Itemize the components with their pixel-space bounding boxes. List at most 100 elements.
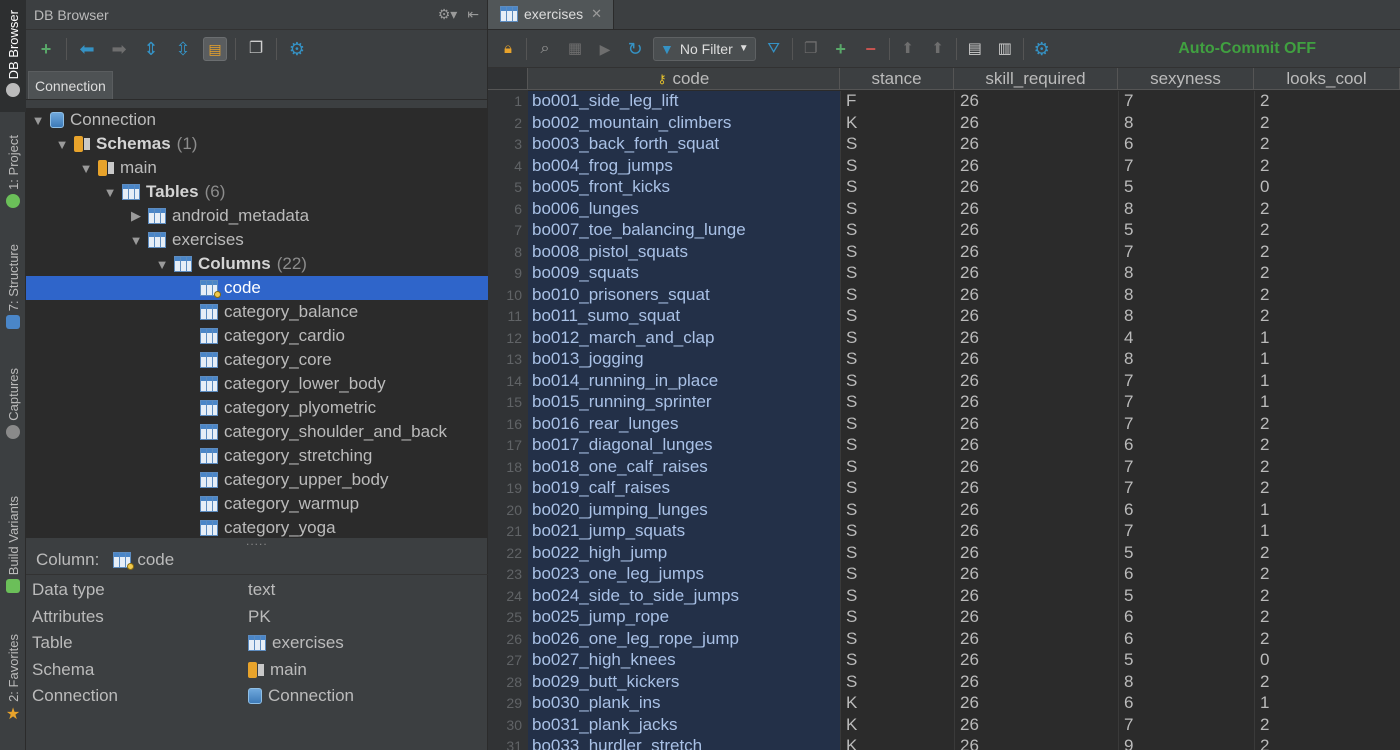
cell-looks-cool[interactable]: 2 [1254,220,1400,242]
table-row[interactable]: 25bo025_jump_ropeS2662 [488,606,1400,628]
cell-skill-required[interactable]: 26 [954,414,1118,436]
cell-code[interactable]: bo027_high_knees [528,650,840,672]
cell-looks-cool[interactable]: 2 [1254,478,1400,500]
cell-skill-required[interactable]: 26 [954,736,1118,750]
cell-sexyness[interactable]: 7 [1118,91,1254,113]
table-row[interactable]: 7bo007_toe_balancing_lungeS2652 [488,219,1400,241]
cell-skill-required[interactable]: 26 [954,564,1118,586]
tree-node-column[interactable]: category_core [26,348,488,372]
cell-sexyness[interactable]: 5 [1118,220,1254,242]
cell-skill-required[interactable]: 26 [954,220,1118,242]
expanded-arrow-icon[interactable]: ▼ [154,257,170,272]
tree-node-column[interactable]: code [26,276,488,300]
cell-code[interactable]: bo014_running_in_place [528,371,840,393]
cell-code[interactable]: bo002_mountain_climbers [528,113,840,135]
expanded-arrow-icon[interactable]: ▼ [128,233,144,248]
table-row[interactable]: 27bo027_high_kneesS2650 [488,649,1400,671]
table-row[interactable]: 18bo018_one_calf_raisesS2672 [488,456,1400,478]
cell-sexyness[interactable]: 6 [1118,693,1254,715]
tree-node-column[interactable]: category_warmup [26,492,488,516]
cell-sexyness[interactable]: 9 [1118,736,1254,750]
cell-stance[interactable]: K [840,693,954,715]
cell-skill-required[interactable]: 26 [954,629,1118,651]
cell-code[interactable]: bo013_jogging [528,349,840,371]
cell-skill-required[interactable]: 26 [954,199,1118,221]
cell-skill-required[interactable]: 26 [954,672,1118,694]
property-value-link[interactable]: main [248,660,307,680]
cell-sexyness[interactable]: 7 [1118,242,1254,264]
cell-stance[interactable]: S [840,392,954,414]
cell-skill-required[interactable]: 26 [954,349,1118,371]
cell-stance[interactable]: S [840,435,954,457]
cell-stance[interactable]: S [840,177,954,199]
cell-stance[interactable]: S [840,629,954,651]
cell-stance[interactable]: S [840,586,954,608]
cell-looks-cool[interactable]: 2 [1254,715,1400,737]
column-header-skill-required[interactable]: skill_required [954,68,1118,90]
tree-node-table-exercises[interactable]: ▼ exercises [26,228,488,252]
cell-stance[interactable]: S [840,672,954,694]
cell-code[interactable]: bo001_side_leg_lift [528,91,840,113]
cell-sexyness[interactable]: 7 [1118,156,1254,178]
cell-skill-required[interactable]: 26 [954,500,1118,522]
cell-looks-cool[interactable]: 1 [1254,371,1400,393]
cell-looks-cool[interactable]: 2 [1254,607,1400,629]
cell-sexyness[interactable]: 8 [1118,285,1254,307]
cell-skill-required[interactable]: 26 [954,693,1118,715]
cell-skill-required[interactable]: 26 [954,435,1118,457]
rollback-icon[interactable]: ⬆ [926,37,950,61]
cell-looks-cool[interactable]: 2 [1254,156,1400,178]
cell-skill-required[interactable]: 26 [954,177,1118,199]
cell-stance[interactable]: K [840,715,954,737]
tree-node-column[interactable]: category_cardio [26,324,488,348]
cell-code[interactable]: bo006_lunges [528,199,840,221]
cell-code[interactable]: bo023_one_leg_jumps [528,564,840,586]
cell-looks-cool[interactable]: 0 [1254,177,1400,199]
cell-sexyness[interactable]: 5 [1118,586,1254,608]
cell-looks-cool[interactable]: 1 [1254,392,1400,414]
cell-sexyness[interactable]: 7 [1118,414,1254,436]
table-row[interactable]: 14bo014_running_in_placeS2671 [488,370,1400,392]
add-connection-icon[interactable]: + [34,37,58,61]
cell-skill-required[interactable]: 26 [954,91,1118,113]
cell-code[interactable]: bo012_march_and_clap [528,328,840,350]
cell-stance[interactable]: S [840,414,954,436]
expanded-arrow-icon[interactable]: ▼ [78,161,94,176]
cell-looks-cool[interactable]: 2 [1254,285,1400,307]
execute-icon[interactable]: ▶ [593,37,617,61]
tab-structure[interactable]: 7: Structure [0,244,26,344]
cell-sexyness[interactable]: 7 [1118,371,1254,393]
cell-looks-cool[interactable]: 2 [1254,736,1400,750]
cell-sexyness[interactable]: 6 [1118,564,1254,586]
cell-sexyness[interactable]: 8 [1118,113,1254,135]
table-row[interactable]: 31bo033_hurdler_stretchK2692 [488,735,1400,750]
cell-code[interactable]: bo005_front_kicks [528,177,840,199]
tree-node-schema-main[interactable]: ▼ main [26,156,488,180]
cell-stance[interactable]: S [840,457,954,479]
table-row[interactable]: 9bo009_squatsS2682 [488,262,1400,284]
cell-sexyness[interactable]: 8 [1118,672,1254,694]
cell-looks-cool[interactable]: 2 [1254,586,1400,608]
table-row[interactable]: 30bo031_plank_jacksK2672 [488,714,1400,736]
table-row[interactable]: 12bo012_march_and_clapS2641 [488,327,1400,349]
cell-sexyness[interactable]: 6 [1118,134,1254,156]
cell-stance[interactable]: S [840,285,954,307]
table-row[interactable]: 17bo017_diagonal_lungesS2662 [488,434,1400,456]
reload-icon[interactable]: ↻ [623,37,647,61]
cell-code[interactable]: bo022_high_jump [528,543,840,565]
tree-node-schemas[interactable]: ▼ Schemas (1) [26,132,488,156]
table-row[interactable]: 23bo023_one_leg_jumpsS2662 [488,563,1400,585]
cell-code[interactable]: bo008_pistol_squats [528,242,840,264]
cell-code[interactable]: bo024_side_to_side_jumps [528,586,840,608]
table-row[interactable]: 10bo010_prisoners_squatS2682 [488,284,1400,306]
cell-skill-required[interactable]: 26 [954,457,1118,479]
tab-exercises[interactable]: exercises ✕ [488,0,614,29]
cell-sexyness[interactable]: 6 [1118,607,1254,629]
cell-stance[interactable]: S [840,478,954,500]
cell-skill-required[interactable]: 26 [954,543,1118,565]
cell-stance[interactable]: S [840,328,954,350]
column-header-looks-cool[interactable]: looks_cool [1254,68,1400,90]
cell-looks-cool[interactable]: 1 [1254,500,1400,522]
cell-code[interactable]: bo009_squats [528,263,840,285]
cell-sexyness[interactable]: 8 [1118,349,1254,371]
